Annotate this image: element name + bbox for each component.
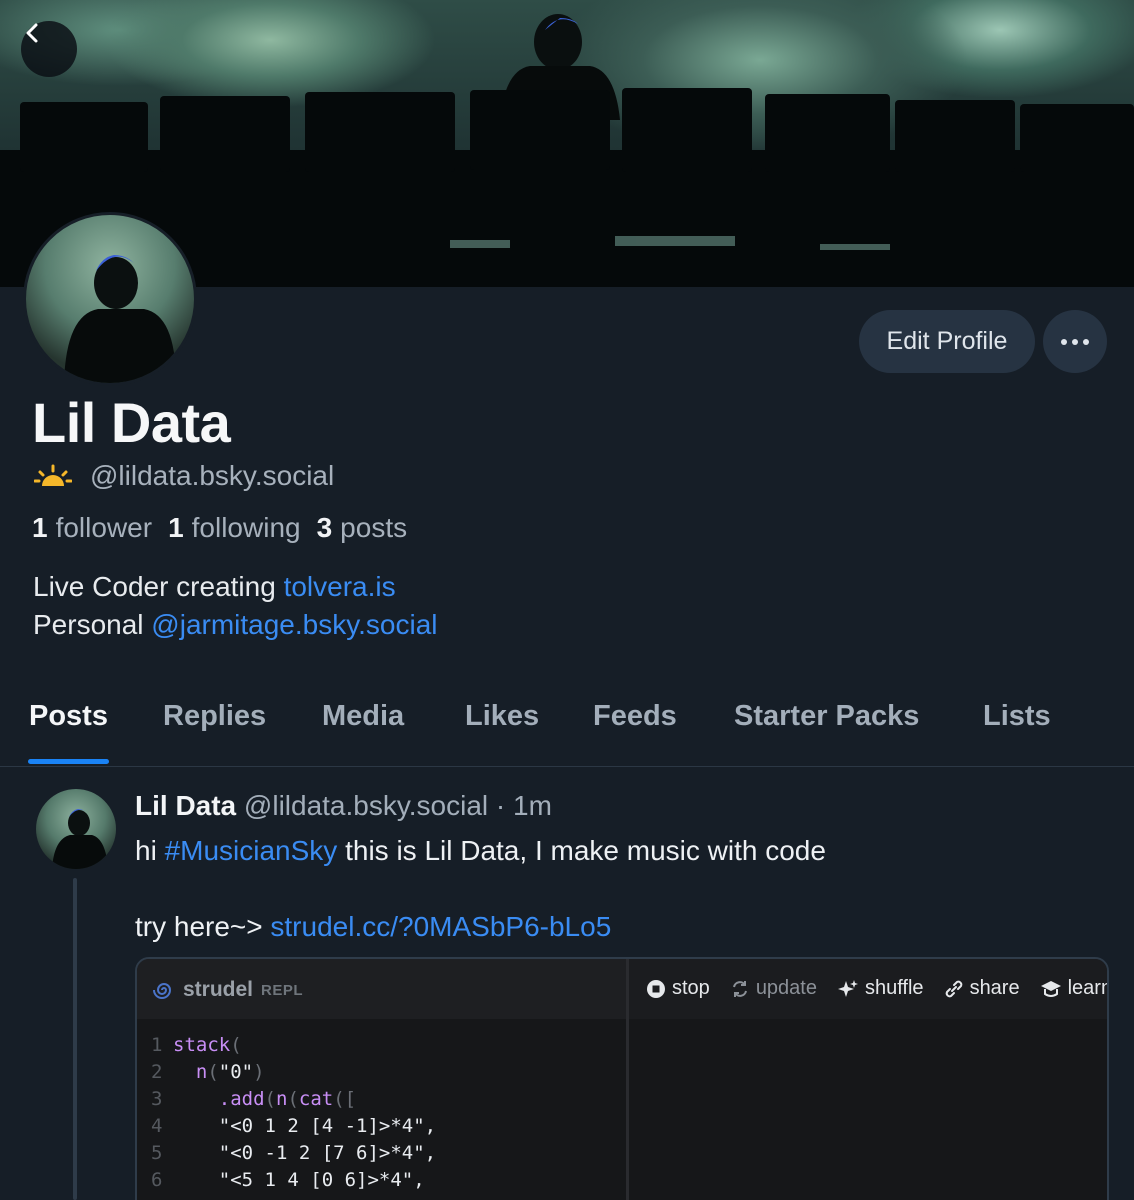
post-hashtag[interactable]: #MusicianSky — [165, 835, 338, 866]
strudel-sub: REPL — [261, 981, 304, 999]
display-name: Lil Data — [32, 391, 231, 454]
bio-text: Live Coder creating — [33, 571, 284, 602]
edit-profile-button[interactable]: Edit Profile — [859, 310, 1035, 373]
spiral-icon — [153, 983, 172, 999]
back-button[interactable] — [21, 21, 77, 77]
post-header: Lil Data @lildata.bsky.social · 1m — [135, 790, 552, 822]
strudel-shuffle: shuffle — [837, 977, 924, 1000]
following-stat[interactable]: 1 following — [168, 512, 301, 544]
post-author-name[interactable]: Lil Data — [135, 790, 236, 821]
tab-replies[interactable]: Replies — [163, 700, 266, 733]
thread-line — [73, 878, 77, 1200]
active-tab-indicator — [28, 759, 109, 764]
sparkles-icon — [837, 979, 858, 997]
chevron-left-icon — [26, 23, 38, 43]
strudel-code: 1 stack( 2 n("0") 3 .add(n(cat([ 4 "<0 1 … — [151, 1034, 437, 1191]
post-author-avatar[interactable] — [36, 789, 116, 869]
post-text: hi — [135, 835, 165, 866]
post-separator: · — [488, 790, 514, 821]
tab-media[interactable]: Media — [322, 700, 404, 733]
profile-bio: Live Coder creating tolvera.is Personal … — [33, 568, 438, 644]
bio-mention-link[interactable]: @jarmitage.bsky.social — [151, 609, 437, 640]
ellipsis-icon — [1061, 338, 1089, 345]
profile-stats: 1 follower 1 following 3 posts — [32, 512, 407, 544]
profile-handle[interactable]: @lildata.bsky.social — [90, 460, 334, 492]
more-options-button[interactable] — [1043, 310, 1107, 373]
strudel-update: update — [730, 977, 817, 1000]
avatar-image — [64, 255, 176, 383]
post-embedded-image[interactable]: strudel REPL stop update shuffle share le… — [135, 957, 1109, 1200]
strudel-share: share — [944, 977, 1020, 1000]
tab-lists[interactable]: Lists — [983, 700, 1051, 733]
avatar-image — [52, 809, 108, 869]
strudel-learn: learn — [1040, 977, 1107, 1000]
sunrise-icon — [34, 464, 72, 486]
strudel-divider — [626, 959, 629, 1200]
post-author-handle[interactable]: @lildata.bsky.social — [244, 790, 488, 821]
post-body: hi #MusicianSky this is Lil Data, I make… — [135, 832, 826, 946]
bio-link-tolvera[interactable]: tolvera.is — [284, 571, 396, 602]
strudel-name: strudel — [183, 978, 254, 1001]
post-link[interactable]: strudel.cc/?0MASbP6-bLo5 — [270, 911, 611, 942]
strudel-logo: strudel REPL — [153, 978, 303, 1002]
post-text: try here~> — [135, 911, 271, 942]
tab-likes[interactable]: Likes — [465, 700, 539, 733]
bio-text: Personal — [33, 609, 152, 640]
strudel-stop: stop — [646, 977, 710, 1000]
stop-icon — [647, 979, 665, 998]
handle-row: @lildata.bsky.social — [34, 460, 334, 492]
tab-posts[interactable]: Posts — [29, 700, 108, 733]
profile-avatar[interactable] — [23, 212, 197, 386]
followers-stat[interactable]: 1 follower — [32, 512, 152, 544]
tab-feeds[interactable]: Feeds — [593, 700, 677, 733]
strudel-toolbar: stop update shuffle share learn — [646, 977, 1107, 1000]
posts-stat: 3 posts — [316, 512, 408, 543]
post-timestamp[interactable]: 1m — [513, 790, 552, 821]
link-icon — [945, 980, 962, 997]
post-text: this is Lil Data, I make music with code — [337, 835, 826, 866]
profile-tabs: Posts Replies Media Likes Feeds Starter … — [0, 690, 1134, 767]
refresh-icon — [732, 980, 747, 997]
tab-starter-packs[interactable]: Starter Packs — [734, 700, 919, 733]
graduation-cap-icon — [1040, 980, 1061, 997]
